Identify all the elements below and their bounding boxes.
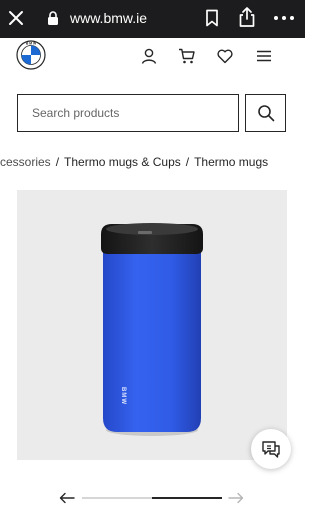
mug-print: BMW bbox=[120, 387, 126, 405]
arrow-left-icon bbox=[59, 492, 75, 504]
previous-image-button[interactable] bbox=[58, 488, 76, 508]
breadcrumb-separator: / bbox=[185, 155, 190, 169]
more-icon[interactable] bbox=[273, 9, 295, 27]
breadcrumb-item-thermo-mugs[interactable]: Thermo mugs bbox=[194, 155, 268, 169]
breadcrumb-item-thermo-mugs-cups[interactable]: Thermo mugs & Cups bbox=[64, 155, 181, 169]
carousel-progress-indicator bbox=[152, 497, 222, 499]
user-icon[interactable] bbox=[140, 47, 158, 65]
search-input[interactable] bbox=[17, 94, 239, 132]
breadcrumb: ccessories / Thermo mugs & Cups / Thermo mug… bbox=[0, 152, 305, 172]
cart-icon[interactable] bbox=[178, 47, 196, 65]
bookmark-icon[interactable] bbox=[204, 9, 220, 27]
search-button[interactable] bbox=[245, 94, 286, 132]
svg-text:B M W: B M W bbox=[26, 42, 37, 46]
chat-icon bbox=[262, 441, 280, 458]
close-icon[interactable] bbox=[6, 8, 26, 28]
next-image-button[interactable] bbox=[227, 488, 245, 508]
url-text[interactable]: www.bmw.ie bbox=[70, 9, 147, 27]
lock-icon bbox=[46, 10, 60, 26]
chat-button[interactable] bbox=[251, 429, 291, 469]
heart-icon[interactable] bbox=[216, 47, 234, 65]
breadcrumb-separator: / bbox=[55, 155, 60, 169]
breadcrumb-item-accessories[interactable]: ccessories bbox=[0, 155, 51, 169]
thermo-mug-image bbox=[101, 223, 203, 436]
product-image[interactable]: BMW bbox=[17, 190, 287, 460]
arrow-right-icon bbox=[228, 492, 244, 504]
share-icon[interactable] bbox=[237, 6, 257, 28]
site-header: B M W bbox=[0, 38, 305, 78]
menu-icon[interactable] bbox=[255, 47, 273, 65]
carousel-progress-track[interactable] bbox=[82, 497, 222, 499]
search-icon bbox=[257, 105, 274, 122]
browser-bar: www.bmw.ie bbox=[0, 0, 305, 38]
bmw-logo[interactable]: B M W bbox=[16, 40, 46, 70]
